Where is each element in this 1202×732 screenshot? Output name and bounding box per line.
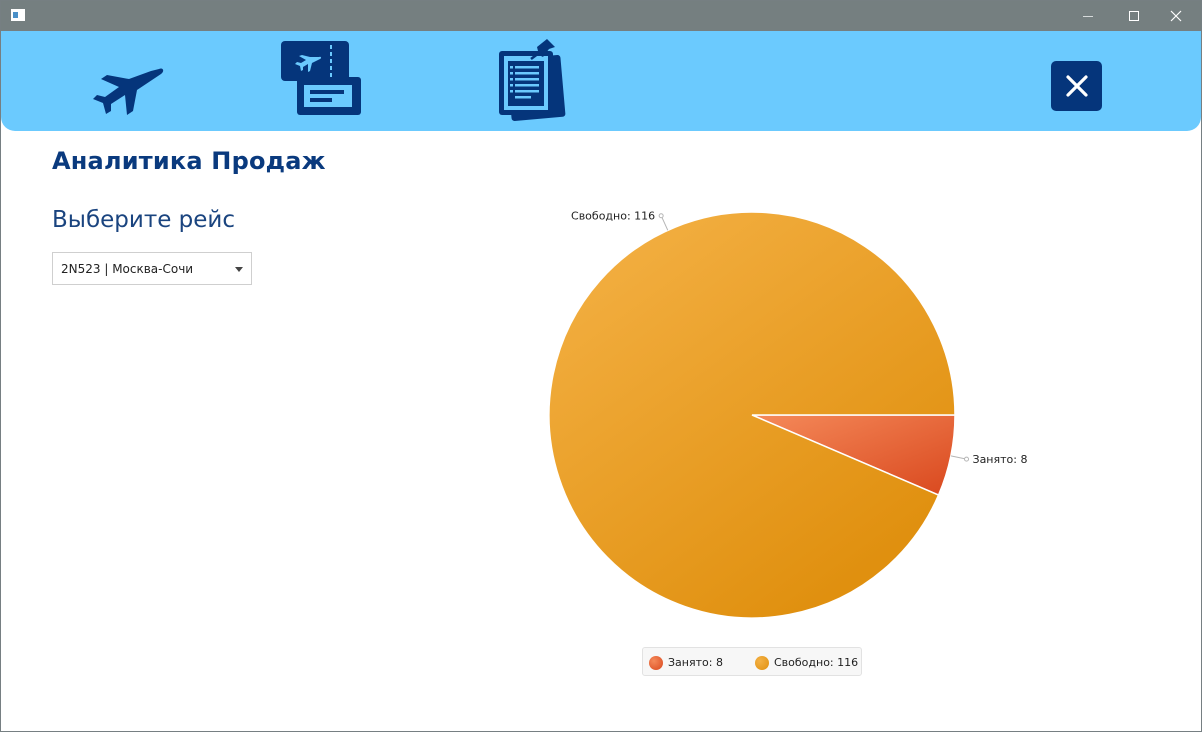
select-flight-label: Выберите рейс: [52, 207, 236, 233]
legend-label: Свободно: 116: [774, 656, 859, 669]
ticket-icon[interactable]: [279, 39, 365, 119]
close-icon: [1170, 10, 1182, 22]
pie-slice-label: Свободно: 116: [571, 210, 655, 223]
window-close-button[interactable]: [1153, 1, 1199, 31]
legend-item: Занято: 8: [649, 655, 723, 670]
close-icon: [1065, 75, 1088, 97]
sales-pie-chart: Занято: 8 Свободно: 116: [548, 210, 1028, 619]
legend-swatch: [755, 655, 769, 670]
legend-label: Занято: 8: [668, 656, 723, 669]
top-toolbar: [1, 31, 1201, 131]
label-leader-dot: [658, 213, 664, 219]
maximize-button[interactable]: [1111, 1, 1157, 31]
title-bar: [1, 1, 1201, 31]
minimize-button[interactable]: [1065, 1, 1111, 31]
label-leader-dot: [964, 456, 970, 462]
pie-slice-label: Занято: 8: [973, 453, 1028, 466]
pie-slice: [548, 211, 956, 619]
app-window: Аналитика Продаж Выберите рейс 2N523 | М…: [0, 0, 1202, 732]
app-icon: [11, 9, 25, 21]
legend-swatch: [649, 655, 663, 670]
maximize-icon: [1129, 11, 1139, 21]
legend-item: Свободно: 116: [755, 655, 858, 670]
minimize-icon: [1083, 16, 1093, 17]
airplane-icon[interactable]: [89, 59, 165, 119]
flight-select[interactable]: 2N523 | Москва-Сочи: [52, 252, 252, 285]
chart-legend: Занято: 8 Свободно: 116: [642, 647, 862, 676]
flight-select-value: 2N523 | Москва-Сочи: [61, 262, 194, 276]
chevron-down-icon: [235, 267, 243, 272]
close-button[interactable]: [1051, 61, 1102, 111]
clipboard-report-icon[interactable]: [495, 37, 567, 121]
page-title: Аналитика Продаж: [52, 147, 326, 175]
